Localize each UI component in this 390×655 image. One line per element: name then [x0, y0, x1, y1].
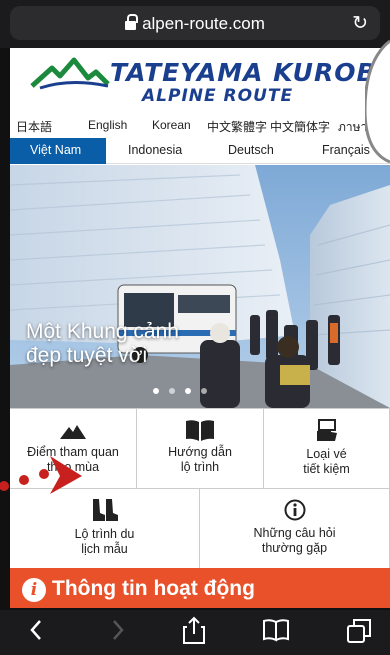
menu-tickets-line1: Loại vé	[306, 447, 347, 461]
menu-route-guide-line1: Hướng dẫn	[168, 445, 232, 459]
hero-caption: Một Khung cảnh đẹp tuyệt vời	[26, 320, 179, 368]
lang-japanese[interactable]: 日本語	[16, 118, 52, 135]
menu-faq-line1: Những câu hỏi	[253, 526, 336, 540]
slide-dot[interactable]	[169, 388, 175, 394]
language-row-1: 日本語 English Korean 中文繁體字 中文簡体字 ภาษาไทย	[10, 114, 390, 138]
lang-vietnam-active[interactable]: Việt Nam	[10, 138, 106, 164]
tabs-icon[interactable]	[346, 618, 372, 644]
snow-wall-photo	[10, 165, 390, 408]
menu-route-guide[interactable]: Hướng dẫn lộ trình	[137, 409, 264, 489]
url-text: alpen-route.com	[142, 14, 265, 33]
menu-sample-itinerary[interactable]: Lộ trình du lịch mẫu	[10, 489, 200, 569]
hero-caption-line1: Một Khung cảnh	[26, 320, 179, 343]
slide-dot[interactable]	[201, 388, 207, 394]
lang-english[interactable]: English	[88, 118, 127, 132]
share-icon[interactable]	[182, 616, 206, 644]
lock-icon	[125, 14, 139, 30]
book-icon	[186, 420, 214, 441]
browser-url-bar: alpen-route.com ↻	[0, 0, 390, 48]
address-field[interactable]: alpen-route.com ↻	[10, 6, 380, 40]
hero-caption-line2: đẹp tuyệt vời	[26, 344, 148, 367]
menu-itinerary-line1: Lộ trình du	[74, 527, 135, 541]
logo-title[interactable]: TATEYAMA KUROBE	[110, 58, 390, 87]
hero-slideshow[interactable]: Một Khung cảnh đẹp tuyệt vời	[10, 165, 390, 408]
forward-icon[interactable]	[110, 618, 126, 642]
banner-text: Thông tin hoạt động	[52, 577, 255, 600]
info-icon	[284, 499, 305, 521]
lang-korean[interactable]: Korean	[152, 118, 191, 132]
site-header: TATEYAMA KUROBE ALPINE ROUTE	[10, 48, 390, 110]
lang-chinese-simplified[interactable]: 中文簡体字	[270, 118, 330, 135]
operation-info-banner[interactable]: i Thông tin hoạt động	[10, 568, 390, 608]
info-circle-icon: i	[22, 578, 46, 602]
bookmarks-icon[interactable]	[262, 618, 290, 642]
menu-ticket-types[interactable]: Loại vé tiết kiệm	[264, 409, 390, 489]
speech-bubble-icon	[365, 40, 390, 164]
menu-faq-line2: thường gặp	[261, 541, 328, 555]
reload-icon[interactable]: ↻	[352, 12, 368, 35]
mountain-icon	[60, 425, 86, 439]
slide-indicator[interactable]	[153, 381, 217, 399]
menu-tickets-line2: tiết kiệm	[303, 462, 350, 476]
menu-itinerary-line2: lịch mẫu	[81, 542, 128, 556]
boots-icon	[92, 499, 118, 521]
browser-window: alpen-route.com ↻ TATEYAMA KUROBE ALPINE…	[0, 0, 390, 655]
lang-vietnam-label: Việt Nam	[30, 143, 82, 157]
lang-chinese-traditional[interactable]: 中文繁體字	[207, 118, 267, 135]
slide-dot[interactable]	[185, 388, 191, 394]
ticket-hand-icon	[316, 419, 337, 441]
logo-subtitle[interactable]: ALPINE ROUTE	[142, 86, 293, 106]
lang-indonesia[interactable]: Indonesia	[128, 143, 182, 157]
menu-route-guide-line2: lộ trình	[180, 460, 220, 474]
menu-faq[interactable]: Những câu hỏi thường gặp	[200, 489, 390, 569]
lang-francais[interactable]: Français	[322, 143, 370, 157]
browser-toolbar	[0, 610, 390, 655]
back-icon[interactable]	[28, 618, 44, 642]
web-page: TATEYAMA KUROBE ALPINE ROUTE 日本語 English…	[10, 48, 390, 608]
mountain-logo-icon[interactable]	[30, 56, 110, 92]
red-arrow-icon	[0, 456, 82, 494]
lang-deutsch[interactable]: Deutsch	[228, 143, 274, 157]
slide-dot[interactable]	[153, 388, 159, 394]
